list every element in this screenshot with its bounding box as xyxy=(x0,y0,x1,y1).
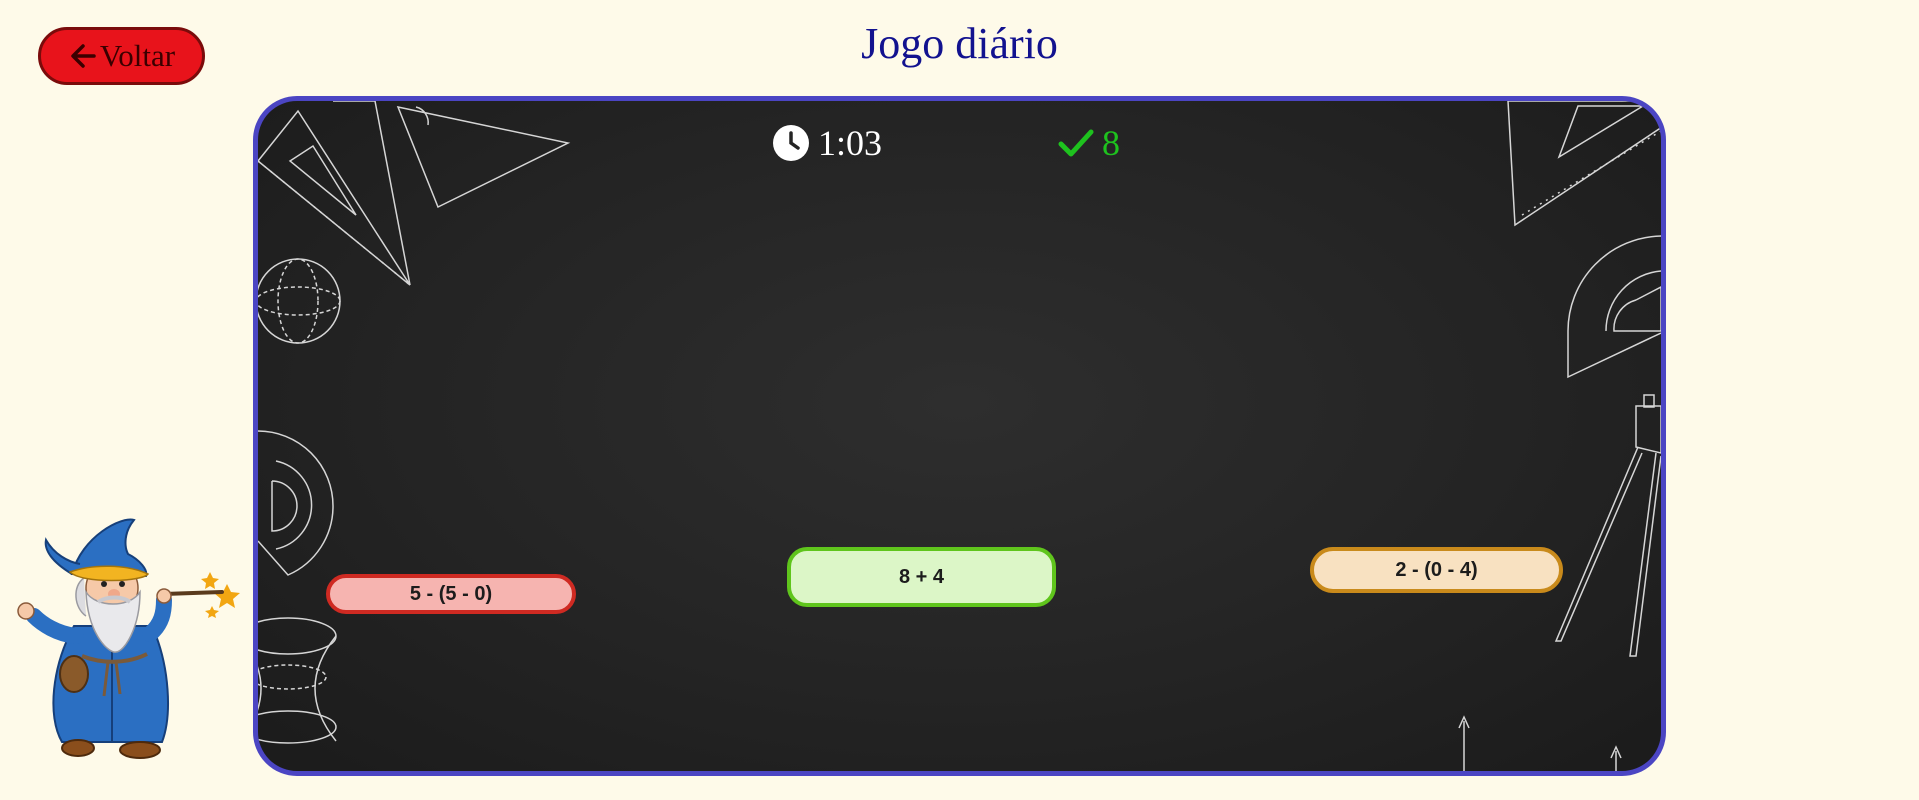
timer-value: 1:03 xyxy=(818,123,883,163)
answer-option-1[interactable]: 5 - (5 - 0) xyxy=(326,574,576,614)
answer-option-1-label: 5 - (5 - 0) xyxy=(409,582,493,605)
game-board: 1:03 8 5 - (5 - 0) 8 + 4 2 - (0 - 4) xyxy=(253,96,1666,776)
answer-option-2-label: 8 + 4 xyxy=(898,565,945,588)
checkmark-icon xyxy=(1058,129,1094,157)
score: 8 xyxy=(1058,123,1120,163)
answer-option-3[interactable]: 2 - (0 - 4) xyxy=(1310,547,1563,593)
timer: 1:03 xyxy=(772,123,882,163)
page-title: Jogo diário xyxy=(861,19,1058,68)
wizard-mascot xyxy=(17,518,240,759)
clock-icon xyxy=(773,125,809,161)
answer-option-3-label: 2 - (0 - 4) xyxy=(1395,558,1478,581)
chalkboard-geometry-decoration xyxy=(258,101,1661,771)
answer-option-2[interactable]: 8 + 4 xyxy=(787,547,1056,607)
score-value: 8 xyxy=(1102,123,1120,163)
